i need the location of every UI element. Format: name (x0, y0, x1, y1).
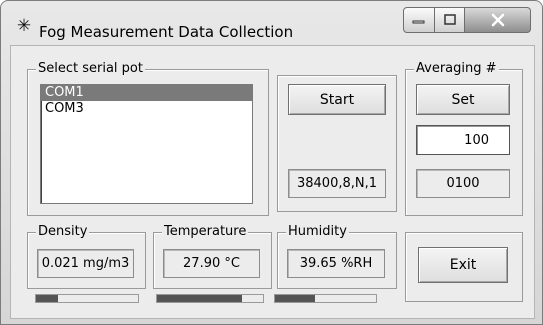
close-button[interactable] (465, 7, 531, 33)
asterisk-icon: ✳ (16, 16, 32, 36)
temperature-group: Temperature 27.90 °C (153, 224, 272, 289)
minimize-icon (412, 20, 425, 24)
title-bar[interactable]: ✳ Fog Measurement Data Collection (1, 1, 542, 45)
density-legend: Density (36, 224, 90, 239)
humidity-level-fill (275, 295, 316, 302)
serial-settings-display: 38400,8,N,1 (288, 169, 386, 198)
humidity-legend: Humidity (286, 224, 349, 239)
maximize-button[interactable] (435, 7, 465, 33)
exit-group: Exit (405, 232, 523, 302)
density-value: 0.021 mg/m3 (37, 249, 134, 278)
set-button[interactable]: Set (416, 84, 510, 115)
density-level-fill (36, 295, 59, 302)
exit-button[interactable]: Exit (418, 247, 508, 283)
minimize-button[interactable] (403, 7, 435, 33)
serial-port-item[interactable]: COM3 (41, 101, 252, 117)
temperature-level-bar (156, 294, 264, 303)
temperature-level-fill (157, 295, 242, 302)
humidity-value: 39.65 %RH (287, 249, 385, 278)
humidity-level-bar (274, 294, 377, 303)
averaging-group: Averaging # Set 0100 (405, 61, 523, 216)
close-icon (491, 13, 504, 27)
humidity-group: Humidity 39.65 %RH (277, 224, 397, 289)
app-window: ✳ Fog Measurement Data Collection Select… (0, 0, 543, 325)
serial-port-list[interactable]: COM1 COM3 (40, 84, 253, 204)
density-group: Density 0.021 mg/m3 (27, 224, 146, 289)
averaging-input[interactable] (416, 125, 510, 155)
averaging-current-display: 0100 (416, 169, 510, 198)
serial-port-legend: Select serial pot (36, 61, 145, 76)
temperature-legend: Temperature (162, 224, 249, 239)
averaging-legend: Averaging # (414, 61, 499, 76)
serial-port-item[interactable]: COM1 (41, 85, 252, 101)
maximize-icon (443, 14, 456, 25)
start-group: Start 38400,8,N,1 (277, 75, 397, 212)
density-level-bar (35, 294, 139, 303)
start-button[interactable]: Start (288, 84, 386, 115)
client-area: Select serial pot COM1 COM3 Start 38400,8… (10, 45, 535, 319)
window-title: Fog Measurement Data Collection (39, 23, 294, 41)
temperature-value: 27.90 °C (163, 249, 260, 278)
serial-port-group: Select serial pot COM1 COM3 (27, 61, 269, 216)
